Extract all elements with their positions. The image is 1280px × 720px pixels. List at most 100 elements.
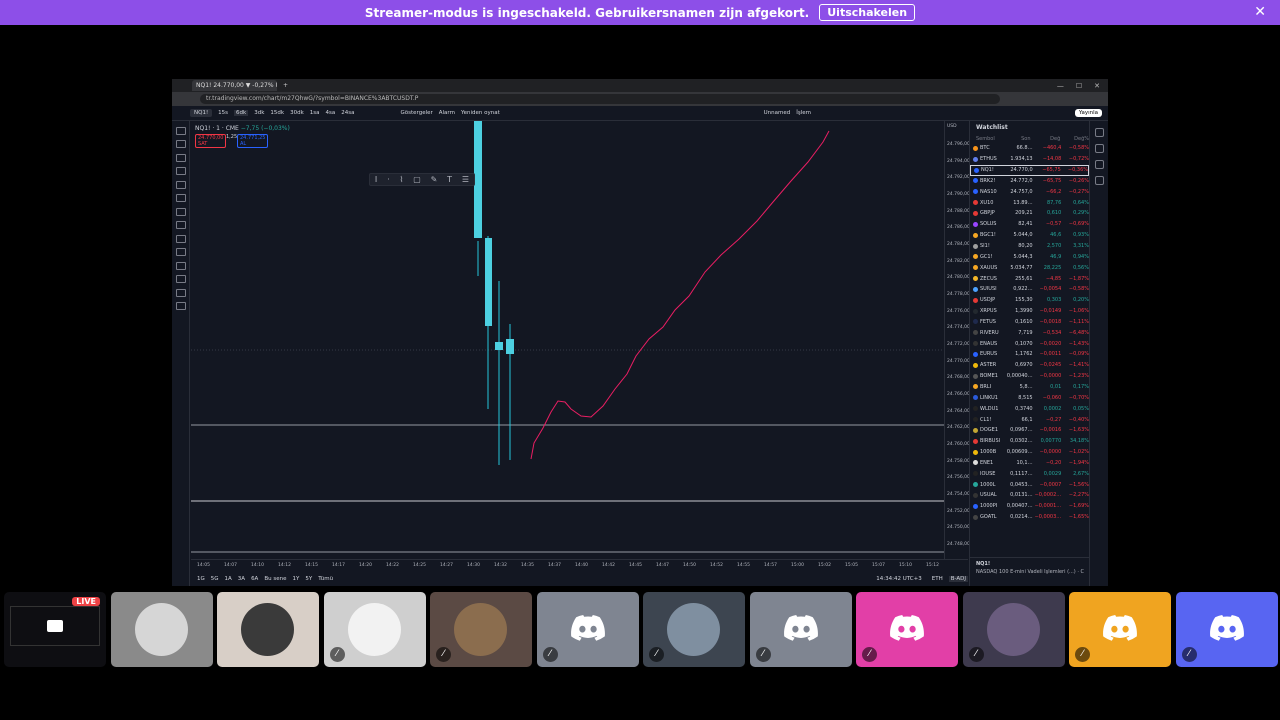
- interval-0[interactable]: 15s: [218, 110, 228, 116]
- pen-icon[interactable]: ✎: [431, 175, 438, 184]
- range-1d[interactable]: 1G: [197, 576, 205, 582]
- watchlist-row[interactable]: BRK2! 24.772,0 −65,75 −0,26%: [970, 176, 1089, 187]
- chat-icon[interactable]: [1094, 176, 1104, 185]
- icon-tool-icon[interactable]: [175, 221, 186, 229]
- watchlist-row[interactable]: WLDU1 0,3740 0,0002 0,05%: [970, 403, 1089, 414]
- watchlist-row[interactable]: ETHUS 1.934,13 −14,08 −0,72%: [970, 154, 1089, 165]
- path-icon[interactable]: ⌇: [399, 175, 403, 184]
- participant-tile[interactable]: ⁄: [1175, 592, 1278, 667]
- col-change-pct[interactable]: Değ%: [1060, 136, 1089, 142]
- range-all[interactable]: Tümü: [318, 576, 333, 582]
- participant-tile[interactable]: ⁄: [536, 592, 639, 667]
- close-icon[interactable]: ✕: [1254, 4, 1266, 20]
- indicators-button[interactable]: Göstergeler: [401, 110, 433, 116]
- dot-icon[interactable]: ·: [387, 175, 390, 184]
- participant-tile[interactable]: ⁄: [643, 592, 745, 667]
- publish-button[interactable]: Yayınla: [1074, 109, 1102, 117]
- range-1y[interactable]: 1Y: [292, 576, 299, 582]
- replay-button[interactable]: Yeniden oynat: [461, 110, 500, 116]
- participant-tile[interactable]: ⁄: [856, 592, 958, 667]
- url-field[interactable]: tr.tradingview.com/chart/m27QhwG/?symbol…: [200, 94, 1000, 104]
- watchlist-title[interactable]: Watchlist: [970, 121, 1089, 134]
- range-3m[interactable]: 3A: [238, 576, 245, 582]
- new-tab-icon[interactable]: +: [283, 82, 288, 89]
- projection-tool-icon[interactable]: [175, 180, 186, 189]
- watchlist-row[interactable]: SOLUS 82,41 −0,57 −0,69%: [970, 219, 1089, 230]
- price-axis[interactable]: USD 24.796,00 24.794,00 24.792,00 24.790…: [944, 121, 970, 559]
- range-6m[interactable]: 6A: [251, 576, 258, 582]
- watchlist-row[interactable]: ASTER 0,6970 −0,0245 −1,41%: [970, 360, 1089, 371]
- watchlist-row[interactable]: NAS10 24.757,0 −66,2 −0,27%: [970, 186, 1089, 197]
- watchlist-row[interactable]: GBPJP 209,21 0,610 0,29%: [970, 208, 1089, 219]
- watchlist-row[interactable]: SI1! 80,20 2,570 3,31%: [970, 241, 1089, 252]
- adjust-toggle[interactable]: B-ADJ: [948, 575, 968, 582]
- range-ytd[interactable]: Bu sene: [264, 576, 286, 582]
- watchlist-row[interactable]: USDJP 155,30 0,303 0,20%: [970, 295, 1089, 306]
- interval-7[interactable]: 24sa: [341, 110, 354, 116]
- watchlist-row[interactable]: XU10 13.89… 87,76 0,64%: [970, 197, 1089, 208]
- range-1m[interactable]: 1A: [225, 576, 232, 582]
- alarm-button[interactable]: Alarm: [439, 110, 455, 116]
- price-chart[interactable]: NQ1! · 1 · CME −7,75 (−0,03%) 24.770,00 …: [191, 121, 944, 559]
- rect-icon[interactable]: ▢: [413, 175, 421, 184]
- watchlist-row[interactable]: BRLI 5,8… 0,01 0,17%: [970, 382, 1089, 393]
- account-name[interactable]: Unnamed: [764, 110, 791, 116]
- session-toggle[interactable]: ETH: [932, 576, 943, 582]
- watchlist-row[interactable]: BOME1 0,00040… −0,0000 −1,23%: [970, 371, 1089, 382]
- participant-tile[interactable]: ⁄: [430, 592, 532, 667]
- range-5y[interactable]: 5Y: [305, 576, 312, 582]
- watchlist-row[interactable]: GOATL 0,0214… −0,0003… −1,65%: [970, 512, 1089, 523]
- interval-5[interactable]: 1sa: [310, 110, 320, 116]
- col-change[interactable]: Değ: [1031, 136, 1060, 142]
- text-icon[interactable]: T: [447, 175, 452, 184]
- range-5d[interactable]: 5G: [211, 576, 219, 582]
- participant-tile[interactable]: ⁄: [749, 592, 852, 667]
- watchlist-row[interactable]: 1000L 0,0453… −0,0007 −1,56%: [970, 479, 1089, 490]
- watchlist-row[interactable]: GC1! 5.044,3 46,9 0,94%: [970, 251, 1089, 262]
- watchlist-row[interactable]: NQ1! 24.770,0 −65,75 −0,36%: [970, 164, 1089, 176]
- col-symbol[interactable]: Sembol: [976, 136, 1003, 142]
- participant-tile[interactable]: ⁄: [323, 592, 426, 667]
- watchlist-icon[interactable]: [1094, 128, 1104, 137]
- eye-icon[interactable]: [175, 288, 186, 297]
- disable-streamer-mode-button[interactable]: Uitschakelen: [819, 4, 916, 21]
- maximize-icon[interactable]: ☐: [1076, 82, 1082, 90]
- participant-tile[interactable]: ⁄: [962, 592, 1065, 667]
- watchlist-row[interactable]: 1000B 0,00609… −0,0000 −1,02%: [970, 447, 1089, 458]
- minimize-icon[interactable]: —: [1057, 82, 1064, 90]
- watchlist-row[interactable]: USUAL 0,0131… −0,0002… −2,27%: [970, 490, 1089, 501]
- watchlist-row[interactable]: SUIUSI 0,922… −0,0054 −0,58%: [970, 284, 1089, 295]
- interval-1[interactable]: 6dk: [234, 110, 249, 116]
- alerts-icon[interactable]: [1094, 144, 1104, 153]
- participant-tile[interactable]: [217, 592, 319, 667]
- lines-icon[interactable]: ☰: [462, 175, 469, 184]
- browser-tab[interactable]: NQ1! 24.770,00 ▼ -0,27% Un: [192, 80, 277, 91]
- screen-share-tile[interactable]: LIVE: [4, 592, 106, 667]
- zoom-icon[interactable]: [175, 248, 186, 256]
- brush-tool-icon[interactable]: [175, 194, 186, 202]
- buy-button[interactable]: 24.771,25 AL: [237, 134, 269, 148]
- interval-4[interactable]: 30dk: [290, 110, 304, 116]
- interval-3[interactable]: 15dk: [270, 110, 284, 116]
- watchlist-row[interactable]: EURUS 1,1762 −0,0011 −0,09%: [970, 349, 1089, 360]
- ruler-icon[interactable]: [175, 234, 186, 243]
- watchlist-row[interactable]: ENE1 10,1… −0,20 −1,94%: [970, 457, 1089, 468]
- interval-2[interactable]: 3dk: [254, 110, 264, 116]
- watchlist-row[interactable]: ZECUS 255,61 −4,85 −1,87%: [970, 273, 1089, 284]
- watchlist-row[interactable]: BTC 66.8… −460,4 −0,58%: [970, 143, 1089, 154]
- close-window-icon[interactable]: ✕: [1094, 82, 1100, 90]
- watchlist-row[interactable]: DOGE1 0,0967… −0,0016 −1,63%: [970, 425, 1089, 436]
- chart-clock[interactable]: 14:34:42 UTC+3: [876, 576, 921, 582]
- lock-icon[interactable]: [175, 275, 186, 283]
- sell-button[interactable]: 24.770,00 SAT: [195, 134, 227, 148]
- watchlist-row[interactable]: XRPUS 1,3990 −0,0149 −1,06%: [970, 306, 1089, 317]
- col-last[interactable]: Son: [1003, 136, 1030, 142]
- watchlist-row[interactable]: LINKU1 8,515 −0,060 −0,70%: [970, 392, 1089, 403]
- watchlist-row[interactable]: BGC1! 5.044,0 46,6 0,93%: [970, 230, 1089, 241]
- crosshair-tool-icon[interactable]: [175, 126, 186, 135]
- cursor-icon[interactable]: I: [375, 175, 377, 184]
- fib-tool-icon[interactable]: [175, 153, 186, 162]
- magnet-icon[interactable]: [175, 261, 186, 270]
- trade-button[interactable]: İşlem: [796, 110, 811, 116]
- interval-6[interactable]: 4sa: [326, 110, 336, 116]
